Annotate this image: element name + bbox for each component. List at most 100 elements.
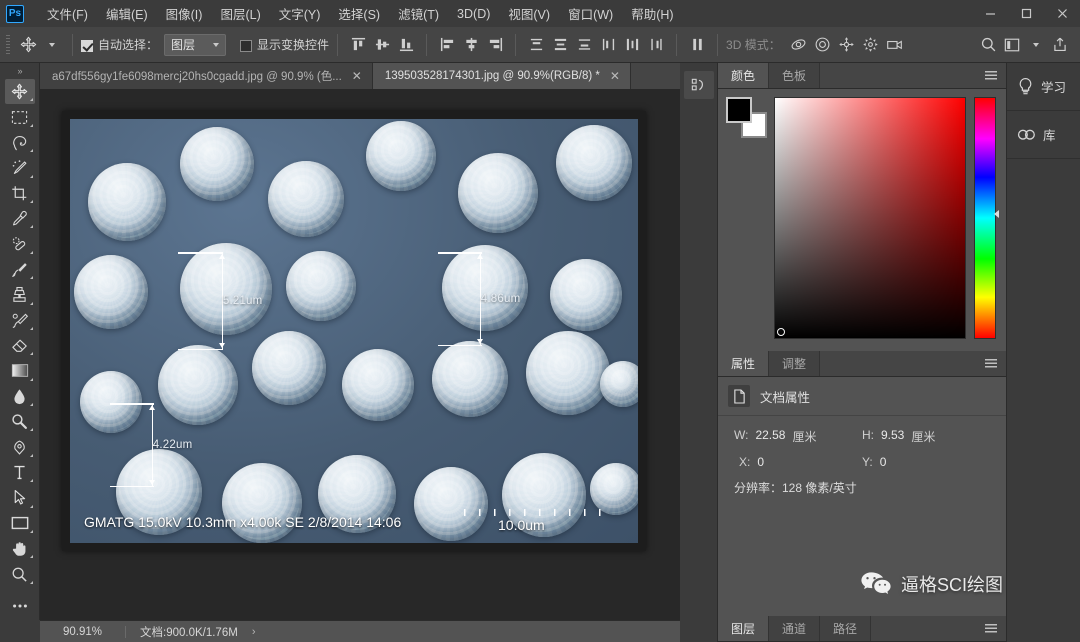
auto-select-checkbox[interactable]: 自动选择： <box>81 36 158 53</box>
eraser-tool[interactable] <box>5 333 35 358</box>
camera-3d-icon[interactable] <box>883 33 907 57</box>
move-tool-preset-icon[interactable] <box>16 33 40 57</box>
align-bottom-edges-icon[interactable] <box>394 33 418 57</box>
align-horizontal-centers-icon[interactable] <box>459 33 483 57</box>
property-height[interactable]: H: 9.53 厘米 <box>862 428 990 445</box>
menu-layer[interactable]: 图层(L) <box>211 0 269 27</box>
clone-stamp-tool[interactable] <box>5 282 35 307</box>
tab-color[interactable]: 颜色 <box>718 63 770 88</box>
sidebar-item-libraries[interactable]: 库 <box>1007 111 1080 159</box>
layers-panel-menu-icon[interactable] <box>976 616 1006 641</box>
menu-filter[interactable]: 滤镜(T) <box>389 0 448 27</box>
property-width[interactable]: W: 22.58 厘米 <box>734 428 862 445</box>
workspace-chevron-down-icon[interactable] <box>1024 33 1048 57</box>
show-transform-controls-checkbox[interactable]: 显示变换控件 <box>240 36 329 53</box>
pan-3d-icon[interactable] <box>835 33 859 57</box>
healing-brush-tool[interactable] <box>5 231 35 256</box>
zoom-tool[interactable] <box>5 561 35 586</box>
distribute-top-icon[interactable] <box>524 33 548 57</box>
menu-edit[interactable]: 编辑(E) <box>97 0 157 27</box>
align-top-edges-icon[interactable] <box>346 33 370 57</box>
tab-paths[interactable]: 路径 <box>820 616 872 641</box>
document-tab-1[interactable]: a67df556gy1fe6098mercj20hs0cgadd.jpg @ 9… <box>40 63 373 89</box>
tab-properties[interactable]: 属性 <box>718 351 770 376</box>
properties-panel-menu-icon[interactable] <box>976 351 1006 376</box>
tab-layers[interactable]: 图层 <box>718 616 770 641</box>
path-selection-tool[interactable] <box>5 485 35 510</box>
history-brush-tool[interactable] <box>5 308 35 333</box>
menu-select[interactable]: 选择(S) <box>329 0 389 27</box>
hue-slider-marker[interactable] <box>994 210 999 218</box>
property-y-value[interactable]: 0 <box>880 455 887 469</box>
sidebar-item-learn[interactable]: 学习 <box>1007 63 1080 111</box>
status-zoom-level[interactable]: 90.91% <box>40 625 126 638</box>
menu-type[interactable]: 文字(Y) <box>270 0 330 27</box>
crop-tool[interactable] <box>5 181 35 206</box>
brush-tool[interactable] <box>5 257 35 282</box>
lasso-tool[interactable] <box>5 130 35 155</box>
magic-wand-tool[interactable] <box>5 155 35 180</box>
pen-tool[interactable] <box>5 434 35 459</box>
menu-file[interactable]: 文件(F) <box>38 0 97 27</box>
options-bar-grip[interactable] <box>4 34 12 55</box>
property-width-value[interactable]: 22.58 <box>755 428 785 445</box>
dodge-tool[interactable] <box>5 409 35 434</box>
edit-toolbar-more-icon[interactable] <box>5 593 35 618</box>
distribute-left-icon[interactable] <box>596 33 620 57</box>
color-panel-swatches[interactable] <box>726 97 767 138</box>
property-x[interactable]: X: 0 <box>734 455 862 469</box>
search-icon[interactable] <box>976 33 1000 57</box>
align-right-edges-icon[interactable] <box>483 33 507 57</box>
toolbar-collapse-icon[interactable]: » <box>17 63 22 79</box>
rectangle-tool[interactable] <box>5 511 35 536</box>
menu-3d[interactable]: 3D(D) <box>448 3 499 25</box>
tab-adjustments[interactable]: 调整 <box>769 351 821 376</box>
align-left-edges-icon[interactable] <box>435 33 459 57</box>
distribute-right-icon[interactable] <box>644 33 668 57</box>
history-panel-icon[interactable] <box>683 71 714 99</box>
property-height-value[interactable]: 9.53 <box>881 428 904 445</box>
color-field[interactable] <box>774 97 966 339</box>
orbit-3d-icon[interactable] <box>787 33 811 57</box>
workspace-icon[interactable] <box>1000 33 1024 57</box>
distribute-bottom-icon[interactable] <box>572 33 596 57</box>
align-vertical-centers-icon[interactable] <box>370 33 394 57</box>
close-button[interactable] <box>1044 0 1080 27</box>
property-x-value[interactable]: 0 <box>757 455 764 469</box>
document-tab-2[interactable]: 139503528174301.jpg @ 90.9%(RGB/8) * ✕ <box>372 63 631 89</box>
marquee-tool[interactable] <box>5 104 35 129</box>
color-panel-menu-icon[interactable] <box>976 63 1006 88</box>
document-tab-1-close-icon[interactable]: ✕ <box>350 69 364 83</box>
property-y[interactable]: Y: 0 <box>862 455 990 469</box>
color-panel[interactable] <box>718 89 1006 351</box>
status-expand-icon[interactable]: › <box>252 626 256 638</box>
type-tool[interactable] <box>5 460 35 485</box>
distribute-vertical-center-icon[interactable] <box>548 33 572 57</box>
menu-image[interactable]: 图像(I) <box>157 0 212 27</box>
move-tool[interactable] <box>4 79 35 105</box>
tool-preset-chevron-down-icon[interactable] <box>40 33 64 57</box>
minimize-button[interactable] <box>972 0 1008 27</box>
auto-select-checkbox-box[interactable] <box>81 39 93 52</box>
distribute-horizontal-center-icon[interactable] <box>620 33 644 57</box>
maximize-button[interactable] <box>1008 0 1044 27</box>
menu-view[interactable]: 视图(V) <box>499 0 559 27</box>
document-tab-2-close-icon[interactable]: ✕ <box>608 69 622 83</box>
auto-select-scope-dropdown[interactable]: 图层 <box>164 33 227 56</box>
tab-swatches[interactable]: 色板 <box>769 63 821 88</box>
document-window[interactable]: 5.21um 4.86um 4.22um GMATG 15.0kV 10.3mm… <box>62 111 646 551</box>
menu-help[interactable]: 帮助(H) <box>622 0 682 27</box>
color-panel-foreground-swatch[interactable] <box>726 97 752 123</box>
menu-window[interactable]: 窗口(W) <box>559 0 622 27</box>
hand-tool[interactable] <box>5 536 35 561</box>
distribute-spacing-icon[interactable] <box>685 33 709 57</box>
tab-channels[interactable]: 通道 <box>769 616 821 641</box>
color-field-marker[interactable] <box>777 328 785 336</box>
roll-3d-icon[interactable] <box>811 33 835 57</box>
hue-slider[interactable] <box>974 97 999 339</box>
gradient-tool[interactable] <box>5 358 35 383</box>
blur-tool[interactable] <box>5 384 35 409</box>
share-icon[interactable] <box>1048 33 1072 57</box>
eyedropper-tool[interactable] <box>5 206 35 231</box>
slide-3d-icon[interactable] <box>859 33 883 57</box>
